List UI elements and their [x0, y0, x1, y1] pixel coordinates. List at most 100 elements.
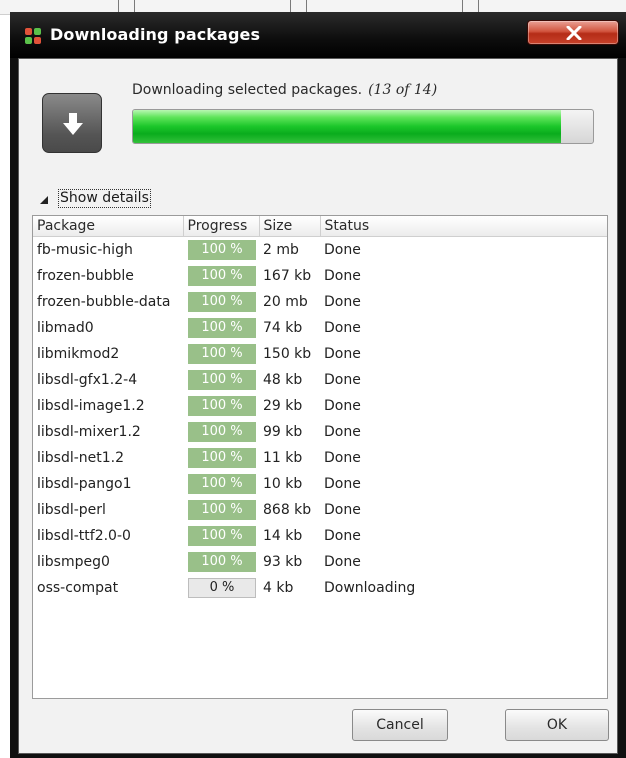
package-size: 4 kb	[263, 580, 294, 596]
table-row[interactable]: libmad0 100 % 74 kb Done	[33, 315, 607, 341]
package-progress-bar: 100 %	[188, 474, 256, 494]
progress-cell: 100 %	[183, 393, 259, 419]
ok-button[interactable]: OK	[505, 709, 609, 741]
package-size: 868 kb	[263, 502, 312, 518]
package-name: libsdl-pango1	[37, 476, 132, 492]
package-name: libsdl-perl	[37, 502, 106, 518]
package-size: 167 kb	[263, 268, 312, 284]
package-status: Downloading	[324, 580, 416, 596]
package-status: Done	[324, 424, 361, 440]
table-row[interactable]: frozen-bubble 100 % 167 kb Done	[33, 263, 607, 289]
package-progress-bar: 100 %	[188, 370, 256, 390]
package-progress-bar: 100 %	[188, 552, 256, 572]
package-status: Done	[324, 502, 361, 518]
package-size: 74 kb	[263, 320, 303, 336]
package-progress-bar: 100 %	[188, 422, 256, 442]
status-text: Downloading selected packages.	[132, 82, 363, 98]
package-size: 29 kb	[263, 398, 303, 414]
package-size: 2 mb	[263, 242, 299, 258]
package-size: 10 kb	[263, 476, 303, 492]
column-header-progress[interactable]: Progress	[183, 216, 260, 237]
table-row[interactable]: libsdl-pango1 100 % 10 kb Done	[33, 471, 607, 497]
package-name: libsdl-gfx1.2-4	[37, 372, 138, 388]
package-progress-bar: 100 %	[188, 500, 256, 520]
package-size: 150 kb	[263, 346, 312, 362]
progress-cell: 100 %	[183, 237, 259, 264]
column-header-size[interactable]: Size	[259, 216, 321, 237]
progress-cell: 100 %	[183, 263, 259, 289]
package-status: Done	[324, 398, 361, 414]
package-size: 14 kb	[263, 528, 303, 544]
table-row[interactable]: frozen-bubble-data 100 % 20 mb Done	[33, 289, 607, 315]
package-status: Done	[324, 450, 361, 466]
table-row[interactable]: libsdl-gfx1.2-4 100 % 48 kb Done	[33, 367, 607, 393]
progress-cell: 100 %	[183, 315, 259, 341]
dialog-content: Downloading selected packages. (13 of 14)…	[18, 58, 618, 754]
window-title: Downloading packages	[50, 25, 261, 44]
package-status: Done	[324, 268, 361, 284]
title-bar[interactable]: Downloading packages	[10, 12, 626, 58]
table-row[interactable]: libsdl-net1.2 100 % 11 kb Done	[33, 445, 607, 471]
package-progress-bar: 100 %	[188, 448, 256, 468]
package-name: libsdl-ttf2.0-0	[37, 528, 131, 544]
table-row[interactable]: oss-compat 0 % 4 kb Downloading	[33, 575, 607, 601]
package-size: 48 kb	[263, 372, 303, 388]
package-name: frozen-bubble	[37, 268, 134, 284]
package-status: Done	[324, 346, 361, 362]
progress-cell: 100 %	[183, 367, 259, 393]
progress-cell: 100 %	[183, 523, 259, 549]
package-progress-bar: 100 %	[188, 396, 256, 416]
package-name: libmad0	[37, 320, 94, 336]
cancel-button[interactable]: Cancel	[352, 709, 448, 741]
progress-cell: 100 %	[183, 471, 259, 497]
overall-progress-fill	[133, 110, 561, 143]
overall-progress-bar	[132, 109, 594, 144]
show-details-label: Show details	[58, 189, 151, 208]
progress-cell: 100 %	[183, 445, 259, 471]
package-status: Done	[324, 242, 361, 258]
package-name: libmikmod2	[37, 346, 120, 362]
package-progress-bar: 100 %	[188, 344, 256, 364]
table-row[interactable]: libsdl-image1.2 100 % 29 kb Done	[33, 393, 607, 419]
table-row[interactable]: libsdl-ttf2.0-0 100 % 14 kb Done	[33, 523, 607, 549]
column-header-status[interactable]: Status	[320, 216, 607, 237]
package-table: Package Progress Size Status fb-music-hi…	[32, 215, 608, 699]
package-status: Done	[324, 476, 361, 492]
progress-cell: 100 %	[183, 549, 259, 575]
column-header-package[interactable]: Package	[33, 216, 184, 237]
package-progress-bar: 0 %	[188, 578, 256, 598]
package-progress-bar: 100 %	[188, 240, 256, 260]
package-status: Done	[324, 372, 361, 388]
package-status: Done	[324, 554, 361, 570]
progress-cell: 100 %	[183, 419, 259, 445]
package-progress-bar: 100 %	[188, 526, 256, 546]
package-name: libsmpeg0	[37, 554, 110, 570]
table-row[interactable]: fb-music-high 100 % 2 mb Done	[33, 237, 607, 264]
package-name: frozen-bubble-data	[37, 294, 171, 310]
table-row[interactable]: libsdl-perl 100 % 868 kb Done	[33, 497, 607, 523]
package-status: Done	[324, 320, 361, 336]
progress-cell: 100 %	[183, 289, 259, 315]
package-manager-icon	[24, 27, 42, 45]
close-x-icon	[566, 26, 582, 40]
package-count: (13 of 14)	[368, 82, 438, 98]
package-name: libsdl-image1.2	[37, 398, 145, 414]
package-name: fb-music-high	[37, 242, 133, 258]
package-progress-bar: 100 %	[188, 318, 256, 338]
package-size: 11 kb	[263, 450, 303, 466]
table-row[interactable]: libmikmod2 100 % 150 kb Done	[33, 341, 607, 367]
download-arrow-icon	[42, 93, 102, 153]
table-row[interactable]: libsmpeg0 100 % 93 kb Done	[33, 549, 607, 575]
progress-cell: 100 %	[183, 341, 259, 367]
progress-cell: 100 %	[183, 497, 259, 523]
package-progress-bar: 100 %	[188, 266, 256, 286]
table-row[interactable]: libsdl-mixer1.2 100 % 99 kb Done	[33, 419, 607, 445]
package-size: 93 kb	[263, 554, 303, 570]
package-progress-bar: 100 %	[188, 292, 256, 312]
download-dialog: Downloading packages Downloading selecte…	[10, 12, 626, 758]
package-size: 20 mb	[263, 294, 308, 310]
progress-cell: 0 %	[183, 575, 259, 601]
package-status: Done	[324, 528, 361, 544]
download-status: Downloading selected packages. (13 of 14)	[132, 82, 437, 98]
close-button[interactable]	[527, 20, 619, 45]
